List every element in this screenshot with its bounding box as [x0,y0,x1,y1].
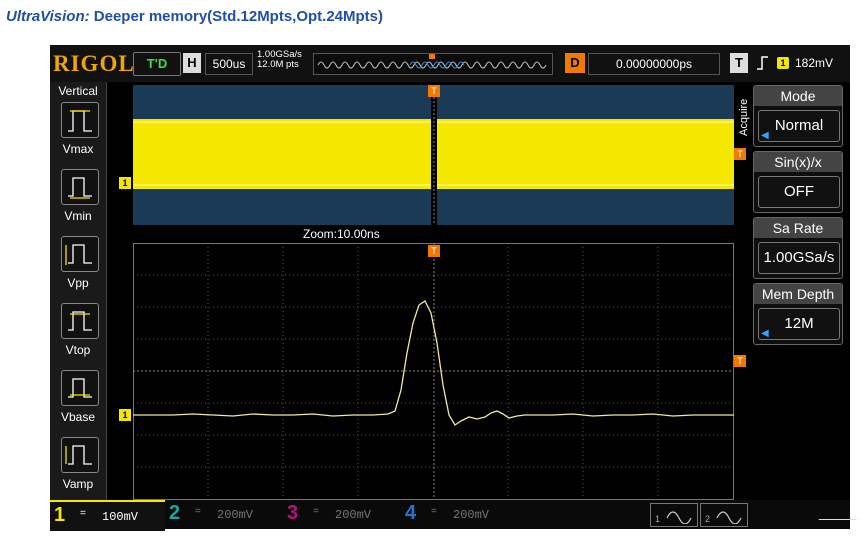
measure-vamp[interactable]: Vamp [50,437,106,499]
coupling-icon: = [80,508,86,519]
vamp-icon [61,437,99,473]
zoom-trigger-level-marker[interactable]: T [734,355,746,367]
channel-scale: 200mV [335,508,372,522]
measure-label: Vmax [62,142,94,156]
acquire-menu-tab[interactable]: Acquire [738,87,754,147]
trigger-level-marker[interactable]: T [734,148,746,160]
channel-1-tab[interactable]: 1 = 100mV [50,500,165,531]
vbase-icon [61,370,99,406]
ch1-offset-marker[interactable]: 1 [119,177,131,189]
coupling-icon: = [195,506,201,517]
menu-sa-rate[interactable]: Sa Rate 1.00GSa/s [753,217,843,279]
channel-scale: 100mV [102,510,139,524]
timebase-value[interactable]: 500us [205,53,253,75]
generator-1-button[interactable]: 1 [650,503,698,527]
channel-number: 2 [169,502,181,524]
menu-title: Mem Depth [754,284,842,304]
usb-icon: ⸻ [818,511,858,528]
channel-number: 4 [405,502,417,524]
measure-vbase[interactable]: Vbase [50,370,106,432]
measure-label: Vmin [64,209,92,223]
menu-sinx[interactable]: Sin(x)/x OFF [753,151,843,213]
arrow-left-icon: ◀ [761,130,769,141]
generator-2-button[interactable]: 2 [700,503,748,527]
channel-4-tab[interactable]: 4 = 200mV [401,500,519,529]
channel-bar: 1 = 100mV 2 = 200mV 3 = 200mV 4 = 200mV … [50,500,857,531]
memory-depth-readout: 12.0M pts [257,59,299,70]
coupling-icon: = [431,506,437,517]
menu-value[interactable]: OFF [758,176,840,208]
channel-2-tab[interactable]: 2 = 200mV [165,500,283,529]
measure-vtop[interactable]: Vtop [50,303,106,365]
memory-waveform-icon [317,54,547,69]
trigger-channel-badge: 1 [777,57,789,69]
trigger-info[interactable]: 1 182mV [753,53,845,73]
waveform-graticule [133,85,734,500]
channel-3-tab[interactable]: 3 = 200mV [283,500,401,529]
sine-wave-icon [666,511,692,524]
delay-value[interactable]: 0.00000000ps [588,53,720,75]
oscilloscope-display: RIGOL T'D H 500us 1.00GSa/s 12.0M pts D … [50,45,857,531]
zoom-trigger-position-marker[interactable]: T [428,245,440,257]
zoom-center-axes [133,243,734,500]
acquisition-info: 1.00GSa/s 12.0M pts [257,50,302,70]
sine-wave-icon [716,511,742,524]
measure-label: Vamp [62,477,94,491]
coupling-icon: = [313,506,319,517]
vmin-icon [61,169,99,205]
menu-value[interactable]: ◀ Normal [758,110,840,142]
channel-scale: 200mV [453,508,490,522]
rigol-logo: RIGOL [53,51,135,76]
headline-text: Deeper memory(Std.12Mpts,Opt.24Mpts) [89,8,384,25]
zoom-label: Zoom:10.00ns [303,227,380,241]
horizontal-label: H [183,53,201,73]
vtop-icon [61,303,99,339]
measure-vmin[interactable]: Vmin [50,169,106,231]
menu-title: Mode [754,86,842,106]
vmax-icon [61,102,99,138]
trigger-position-marker[interactable]: T [428,85,440,97]
trigger-label: T [730,53,748,73]
delay-label: D [565,53,585,73]
waveform-area[interactable]: Zoom:10.00ns T T 1 1 T T [119,85,746,500]
ch1-zoom-offset-marker[interactable]: 1 [119,409,131,421]
headline-brand: UltraVision: [6,8,90,25]
measure-label: Vbase [60,410,96,424]
vpp-icon [61,236,99,272]
menu-value[interactable]: ◀ 12M [758,308,840,340]
channel-scale: 200mV [217,508,254,522]
measure-vpp[interactable]: Vpp [50,236,106,298]
measure-panel: Vertical Vmax Vmin Vpp Vtop Vbase Vamp [50,82,107,500]
menu-title: Sa Rate [754,218,842,238]
page-headline: UltraVision: Deeper memory(Std.12Mpts,Op… [6,8,383,25]
menu-mem-depth[interactable]: Mem Depth ◀ 12M [753,283,843,345]
rising-edge-icon [757,56,768,70]
menu-value[interactable]: 1.00GSa/s [758,242,840,274]
memory-overview-bar [313,53,553,75]
measure-vmax[interactable]: Vmax [50,102,106,164]
measure-panel-title: Vertical [58,84,98,98]
arrow-left-icon: ◀ [761,328,769,339]
measure-label: Vpp [67,276,89,290]
menu-mode[interactable]: Mode ◀ Normal [753,85,843,147]
top-status-bar: RIGOL T'D H 500us 1.00GSa/s 12.0M pts D … [50,45,850,82]
measure-label: Vtop [65,343,91,357]
trigger-level: 182mV [795,56,834,70]
run-status-badge[interactable]: T'D [133,52,181,76]
menu-title: Sin(x)/x [754,152,842,172]
channel-number: 3 [287,502,299,524]
channel-number: 1 [54,504,66,526]
